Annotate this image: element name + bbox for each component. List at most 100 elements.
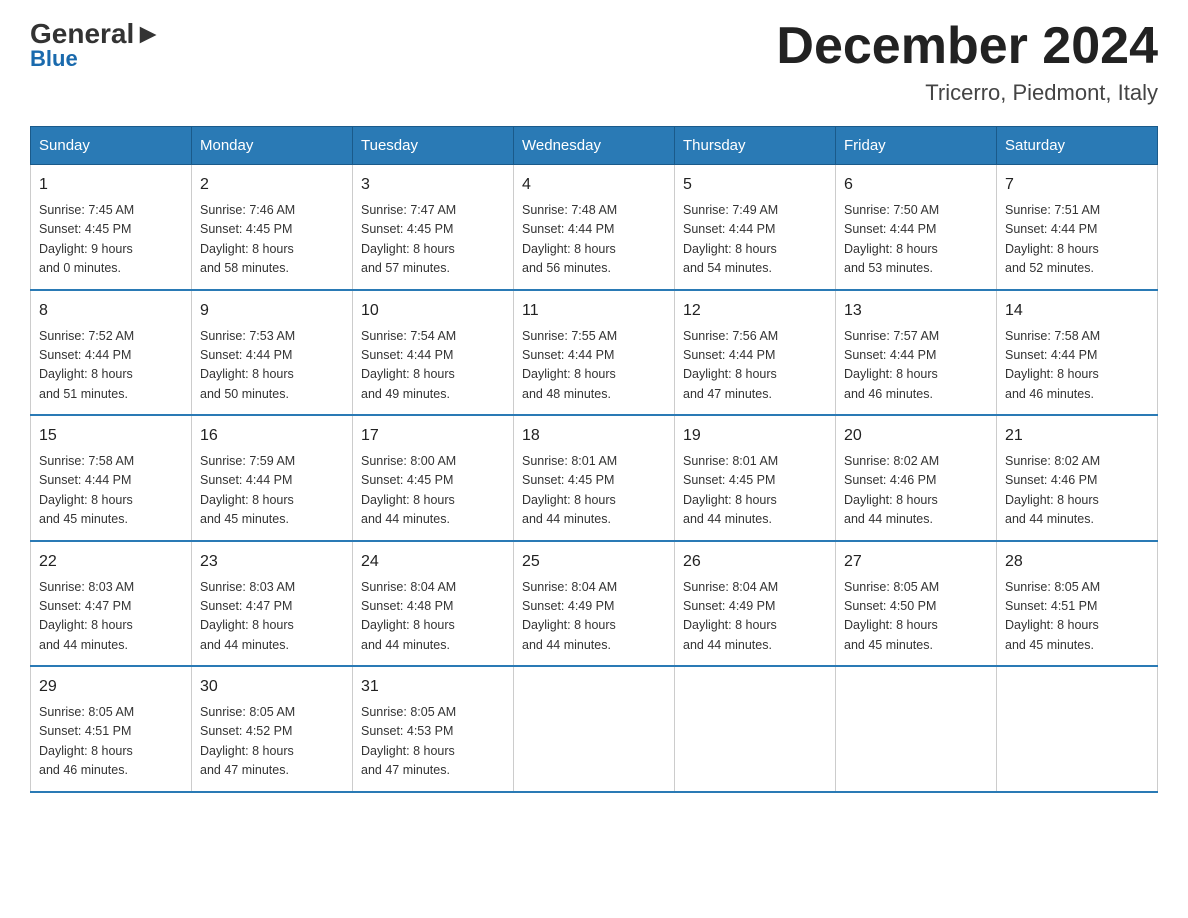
day-info: Sunrise: 7:48 AMSunset: 4:44 PMDaylight:… — [522, 201, 666, 279]
table-row: 2 Sunrise: 7:46 AMSunset: 4:45 PMDaylight… — [192, 165, 353, 290]
day-number: 7 — [1005, 173, 1149, 197]
day-info: Sunrise: 8:03 AMSunset: 4:47 PMDaylight:… — [39, 578, 183, 656]
col-saturday: Saturday — [997, 127, 1158, 165]
day-info: Sunrise: 7:59 AMSunset: 4:44 PMDaylight:… — [200, 452, 344, 530]
day-info: Sunrise: 7:49 AMSunset: 4:44 PMDaylight:… — [683, 201, 827, 279]
col-sunday: Sunday — [31, 127, 192, 165]
day-info: Sunrise: 8:05 AMSunset: 4:51 PMDaylight:… — [1005, 578, 1149, 656]
table-row: 21 Sunrise: 8:02 AMSunset: 4:46 PMDayligh… — [997, 415, 1158, 541]
table-row: 20Sunrise: 8:02 AMSunset: 4:46 PMDayligh… — [836, 415, 997, 541]
month-title: December 2024 — [776, 20, 1158, 72]
page-header: General► Blue December 2024 Tricerro, Pi… — [30, 20, 1158, 106]
table-row: 18 Sunrise: 8:01 AMSunset: 4:45 PMDayligh… — [514, 415, 675, 541]
calendar-week-row: 15 Sunrise: 7:58 AMSunset: 4:44 PMDayligh… — [31, 415, 1158, 541]
day-number: 24 — [361, 550, 505, 574]
day-info: Sunrise: 8:01 AMSunset: 4:45 PMDaylight:… — [522, 452, 666, 530]
logo-general-text: General► — [30, 20, 162, 48]
table-row: 26 Sunrise: 8:04 AMSunset: 4:49 PMDayligh… — [675, 541, 836, 667]
day-info: Sunrise: 8:04 AMSunset: 4:49 PMDaylight:… — [683, 578, 827, 656]
day-number: 26 — [683, 550, 827, 574]
table-row: 10Sunrise: 7:54 AMSunset: 4:44 PMDayligh… — [353, 290, 514, 416]
day-number: 21 — [1005, 424, 1149, 448]
day-number: 31 — [361, 675, 505, 699]
day-info: Sunrise: 8:05 AMSunset: 4:50 PMDaylight:… — [844, 578, 988, 656]
day-number: 6 — [844, 173, 988, 197]
day-number: 15 — [39, 424, 183, 448]
day-number: 22 — [39, 550, 183, 574]
table-row: 22 Sunrise: 8:03 AMSunset: 4:47 PMDayligh… — [31, 541, 192, 667]
day-number: 19 — [683, 424, 827, 448]
day-info: Sunrise: 7:52 AMSunset: 4:44 PMDaylight:… — [39, 327, 183, 405]
day-number: 18 — [522, 424, 666, 448]
day-info: Sunrise: 7:54 AMSunset: 4:44 PMDaylight:… — [361, 327, 505, 405]
table-row: 6 Sunrise: 7:50 AMSunset: 4:44 PMDaylight… — [836, 165, 997, 290]
table-row: 24 Sunrise: 8:04 AMSunset: 4:48 PMDayligh… — [353, 541, 514, 667]
table-row: 27 Sunrise: 8:05 AMSunset: 4:50 PMDayligh… — [836, 541, 997, 667]
day-info: Sunrise: 7:58 AMSunset: 4:44 PMDaylight:… — [1005, 327, 1149, 405]
day-info: Sunrise: 7:45 AMSunset: 4:45 PMDaylight:… — [39, 201, 183, 279]
day-number: 14 — [1005, 299, 1149, 323]
day-info: Sunrise: 8:03 AMSunset: 4:47 PMDaylight:… — [200, 578, 344, 656]
logo-blue-text: Blue — [30, 48, 78, 70]
table-row: 30 Sunrise: 8:05 AMSunset: 4:52 PMDayligh… — [192, 666, 353, 792]
calendar-week-row: 1Sunrise: 7:45 AMSunset: 4:45 PMDaylight… — [31, 165, 1158, 290]
table-row: 5 Sunrise: 7:49 AMSunset: 4:44 PMDaylight… — [675, 165, 836, 290]
col-friday: Friday — [836, 127, 997, 165]
calendar-week-row: 22 Sunrise: 8:03 AMSunset: 4:47 PMDayligh… — [31, 541, 1158, 667]
table-row: 3 Sunrise: 7:47 AMSunset: 4:45 PMDaylight… — [353, 165, 514, 290]
day-info: Sunrise: 8:01 AMSunset: 4:45 PMDaylight:… — [683, 452, 827, 530]
table-row — [836, 666, 997, 792]
calendar-week-row: 29 Sunrise: 8:05 AMSunset: 4:51 PMDayligh… — [31, 666, 1158, 792]
calendar-week-row: 8Sunrise: 7:52 AMSunset: 4:44 PMDaylight… — [31, 290, 1158, 416]
day-number: 16 — [200, 424, 344, 448]
table-row: 14 Sunrise: 7:58 AMSunset: 4:44 PMDayligh… — [997, 290, 1158, 416]
day-info: Sunrise: 7:58 AMSunset: 4:44 PMDaylight:… — [39, 452, 183, 530]
table-row: 19 Sunrise: 8:01 AMSunset: 4:45 PMDayligh… — [675, 415, 836, 541]
table-row: 15 Sunrise: 7:58 AMSunset: 4:44 PMDayligh… — [31, 415, 192, 541]
day-number: 4 — [522, 173, 666, 197]
table-row: 16 Sunrise: 7:59 AMSunset: 4:44 PMDayligh… — [192, 415, 353, 541]
day-number: 25 — [522, 550, 666, 574]
day-info: Sunrise: 8:04 AMSunset: 4:49 PMDaylight:… — [522, 578, 666, 656]
table-row: 4 Sunrise: 7:48 AMSunset: 4:44 PMDaylight… — [514, 165, 675, 290]
table-row — [514, 666, 675, 792]
day-info: Sunrise: 7:50 AMSunset: 4:44 PMDaylight:… — [844, 201, 988, 279]
day-info: Sunrise: 8:02 AMSunset: 4:46 PMDaylight:… — [1005, 452, 1149, 530]
day-number: 30 — [200, 675, 344, 699]
table-row: 12Sunrise: 7:56 AMSunset: 4:44 PMDayligh… — [675, 290, 836, 416]
day-info: Sunrise: 7:47 AMSunset: 4:45 PMDaylight:… — [361, 201, 505, 279]
day-number: 17 — [361, 424, 505, 448]
col-wednesday: Wednesday — [514, 127, 675, 165]
day-info: Sunrise: 8:05 AMSunset: 4:52 PMDaylight:… — [200, 703, 344, 781]
table-row: 11 Sunrise: 7:55 AMSunset: 4:44 PMDayligh… — [514, 290, 675, 416]
day-number: 13 — [844, 299, 988, 323]
day-number: 5 — [683, 173, 827, 197]
table-row: 13 Sunrise: 7:57 AMSunset: 4:44 PMDayligh… — [836, 290, 997, 416]
day-info: Sunrise: 8:02 AMSunset: 4:46 PMDaylight:… — [844, 452, 988, 530]
day-number: 3 — [361, 173, 505, 197]
day-info: Sunrise: 8:00 AMSunset: 4:45 PMDaylight:… — [361, 452, 505, 530]
title-section: December 2024 Tricerro, Piedmont, Italy — [776, 20, 1158, 106]
day-number: 2 — [200, 173, 344, 197]
day-info: Sunrise: 7:56 AMSunset: 4:44 PMDaylight:… — [683, 327, 827, 405]
logo-arrow-icon: ► — [134, 20, 162, 48]
day-number: 23 — [200, 550, 344, 574]
day-info: Sunrise: 7:57 AMSunset: 4:44 PMDaylight:… — [844, 327, 988, 405]
table-row: 8Sunrise: 7:52 AMSunset: 4:44 PMDaylight… — [31, 290, 192, 416]
col-thursday: Thursday — [675, 127, 836, 165]
day-number: 27 — [844, 550, 988, 574]
table-row — [675, 666, 836, 792]
day-info: Sunrise: 8:04 AMSunset: 4:48 PMDaylight:… — [361, 578, 505, 656]
day-info: Sunrise: 7:55 AMSunset: 4:44 PMDaylight:… — [522, 327, 666, 405]
table-row: 17 Sunrise: 8:00 AMSunset: 4:45 PMDayligh… — [353, 415, 514, 541]
calendar-table: Sunday Monday Tuesday Wednesday Thursday… — [30, 126, 1158, 793]
day-info: Sunrise: 7:46 AMSunset: 4:45 PMDaylight:… — [200, 201, 344, 279]
day-info: Sunrise: 7:51 AMSunset: 4:44 PMDaylight:… — [1005, 201, 1149, 279]
day-info: Sunrise: 8:05 AMSunset: 4:51 PMDaylight:… — [39, 703, 183, 781]
day-number: 28 — [1005, 550, 1149, 574]
table-row: 29 Sunrise: 8:05 AMSunset: 4:51 PMDayligh… — [31, 666, 192, 792]
day-number: 29 — [39, 675, 183, 699]
day-number: 11 — [522, 299, 666, 323]
table-row: 23 Sunrise: 8:03 AMSunset: 4:47 PMDayligh… — [192, 541, 353, 667]
table-row: 7 Sunrise: 7:51 AMSunset: 4:44 PMDaylight… — [997, 165, 1158, 290]
